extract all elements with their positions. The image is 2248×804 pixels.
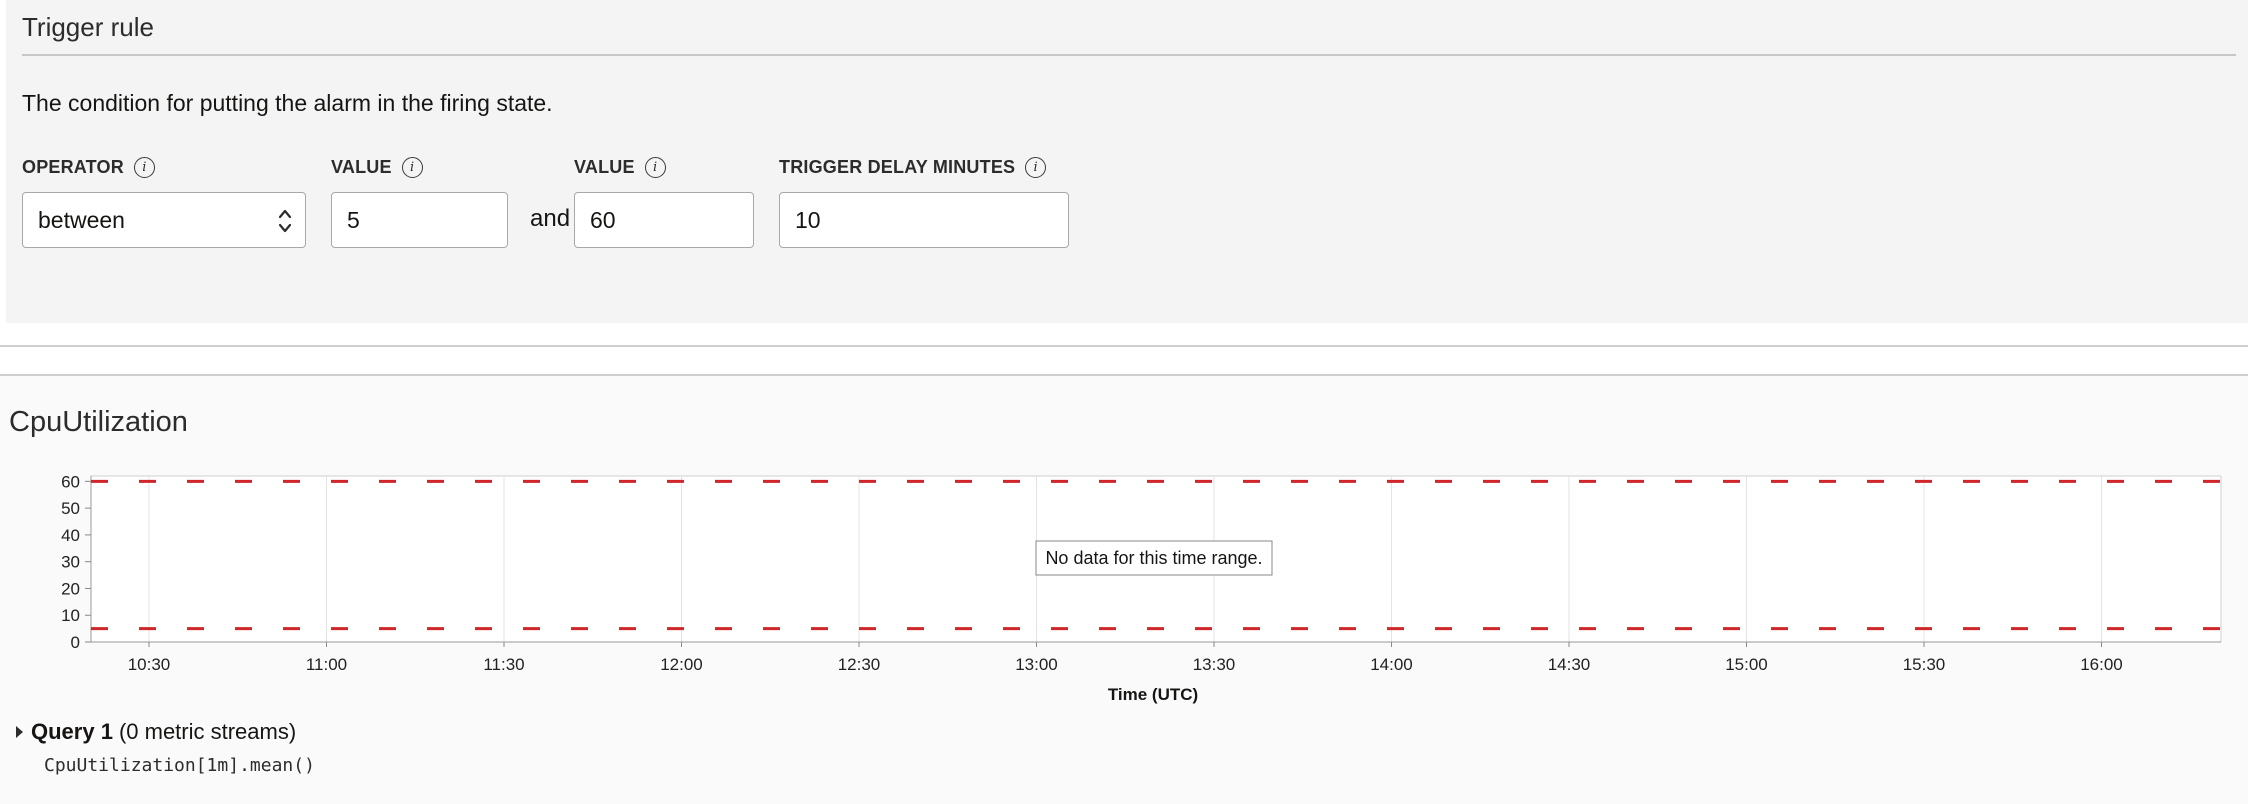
value2-input[interactable]: 60 <box>574 192 754 248</box>
x-tick-label: 16:00 <box>2080 655 2123 674</box>
y-tick-label: 40 <box>61 526 80 545</box>
trigger-delay-label: TRIGGER DELAY MINUTES i <box>779 157 1047 178</box>
value1-input[interactable]: 5 <box>331 192 508 248</box>
select-updown-icon <box>278 209 292 233</box>
x-tick-label: 12:00 <box>660 655 703 674</box>
operator-label-text: OPERATOR <box>22 157 124 177</box>
y-tick-label: 30 <box>61 553 80 572</box>
trigger-rule-title: Trigger rule <box>22 12 154 42</box>
operator-info-icon[interactable]: i <box>133 157 155 178</box>
value1-label: VALUE i <box>331 157 423 178</box>
value2-info-icon[interactable]: i <box>644 157 666 178</box>
caret-right-icon <box>16 726 23 738</box>
operator-select-value: between <box>38 206 125 233</box>
cpu-utilization-chart: 10:30 11:00 11:30 12:00 12:30 13:00 13:30 14:00… <box>61 472 2222 704</box>
trigger-delay-input[interactable]: 10 <box>779 192 1069 248</box>
y-tick-label: 20 <box>61 579 80 598</box>
x-axis-label: Time (UTC) <box>1108 685 1198 704</box>
x-tick-label: 14:30 <box>1548 655 1591 674</box>
x-tick-label: 10:30 <box>128 655 171 674</box>
value2-input-value: 60 <box>590 206 616 233</box>
operator-label: OPERATOR i <box>22 157 155 178</box>
y-tick-label: 0 <box>71 633 80 652</box>
x-tick-label: 11:30 <box>483 655 524 674</box>
value2-label: VALUE i <box>574 157 666 178</box>
query-expression: CpuUtilization[1m].mean() <box>44 755 315 776</box>
trigger-delay-info-icon[interactable]: i <box>1025 157 1047 178</box>
x-tick-label: 13:30 <box>1193 655 1236 674</box>
x-tick-label: 15:00 <box>1725 655 1768 674</box>
chart-section: CpuUtilization 10:30 11:00 11:30 12:00 12:30… <box>0 376 2248 804</box>
operator-select[interactable]: between <box>22 192 306 248</box>
x-tick-label: 14:00 <box>1370 655 1413 674</box>
query-streams: (0 metric streams) <box>118 719 297 744</box>
x-tick-label: 11:00 <box>306 655 347 674</box>
x-tick-label: 12:30 <box>838 655 881 674</box>
value1-label-text: VALUE <box>331 157 392 177</box>
x-tick-label: 13:00 <box>1015 655 1058 674</box>
trigger-delay-input-value: 10 <box>795 206 821 233</box>
trigger-delay-label-text: TRIGGER DELAY MINUTES <box>779 157 1016 177</box>
value1-input-value: 5 <box>347 206 360 233</box>
and-label: and <box>530 205 571 232</box>
title-divider <box>22 54 2236 56</box>
section-divider-top <box>0 345 2248 347</box>
no-data-message: No data for this time range. <box>1045 548 1262 568</box>
value1-info-icon[interactable]: i <box>401 157 423 178</box>
trigger-rule-panel: Trigger rule The condition for putting t… <box>6 0 2248 323</box>
y-tick-label: 50 <box>61 499 80 518</box>
x-tick-label: 15:30 <box>1903 655 1946 674</box>
query-name: Query 1 <box>31 719 113 744</box>
y-tick-label: 10 <box>61 606 80 625</box>
query-toggle[interactable]: Query 1 (0 metric streams) <box>16 719 296 745</box>
y-tick-label: 60 <box>61 472 80 491</box>
value2-label-text: VALUE <box>574 157 635 177</box>
trigger-rule-description: The condition for putting the alarm in t… <box>22 90 553 116</box>
